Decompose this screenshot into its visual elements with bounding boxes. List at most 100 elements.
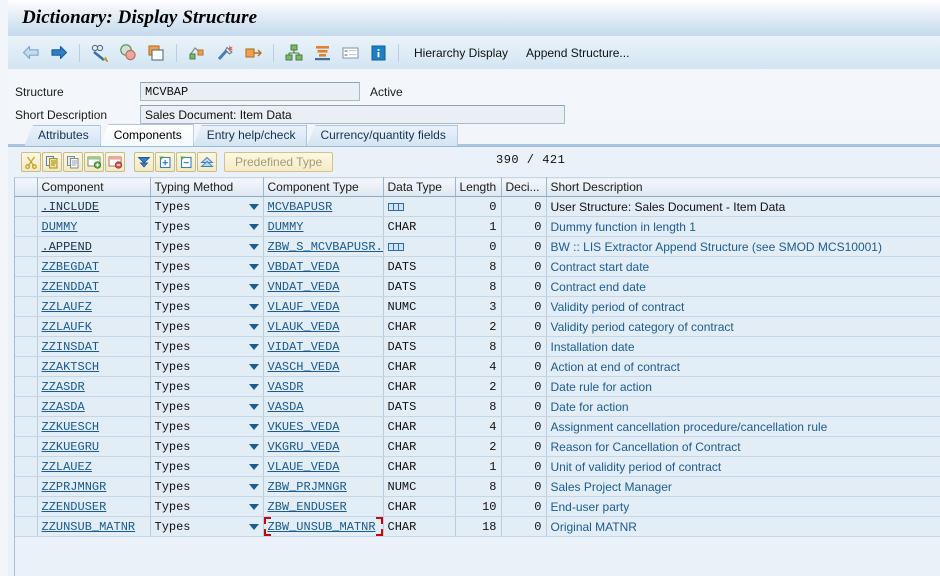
- cell-component[interactable]: ZZPRJMNGR: [37, 476, 151, 497]
- component-type-link[interactable]: VNDAT_VEDA: [268, 280, 340, 294]
- cell-component-type[interactable]: VASDR: [263, 376, 384, 397]
- component-link[interactable]: ZZKUEGRU: [42, 440, 100, 454]
- cell-typing-method[interactable]: Types: [150, 456, 264, 477]
- component-link[interactable]: ZZUNSUB_MATNR: [42, 520, 136, 534]
- table-row[interactable]: ZZINSDAT Types VIDAT_VEDA DATS 8 0 Installatio…: [15, 336, 940, 357]
- table-row[interactable]: ZZASDR Types VASDR CHAR 2 0 Date rule for acti…: [15, 376, 940, 397]
- column-header-select[interactable]: [15, 177, 38, 197]
- collapse-include-button[interactable]: [197, 152, 217, 172]
- component-link[interactable]: ZZLAUEZ: [42, 460, 92, 474]
- cell-component[interactable]: ZZASDA: [37, 396, 151, 417]
- row-selector[interactable]: [15, 256, 38, 277]
- delete-row-button[interactable]: [105, 152, 125, 172]
- chevron-down-icon[interactable]: [248, 483, 259, 490]
- cell-typing-method[interactable]: Types: [150, 296, 264, 317]
- cell-typing-method[interactable]: Types: [150, 356, 264, 377]
- cell-component[interactable]: ZZKUESCH: [37, 416, 151, 437]
- where-used-icon[interactable]: [114, 40, 142, 66]
- table-row[interactable]: ZZBEGDAT Types VBDAT_VEDA DATS 8 0 Contract st…: [15, 256, 940, 277]
- chevron-down-icon[interactable]: [248, 363, 259, 370]
- component-type-link[interactable]: ZBW_ENDUSER: [268, 500, 347, 514]
- component-type-link[interactable]: VASDR: [268, 380, 304, 394]
- cell-typing-method[interactable]: Types: [150, 316, 264, 337]
- column-header-short-description[interactable]: Short Description: [546, 177, 940, 197]
- table-row[interactable]: ZZLAUFZ Types VLAUF_VEDA NUMC 3 0 Validity per…: [15, 296, 940, 317]
- cell-component-type[interactable]: VASDA: [263, 396, 384, 417]
- component-link[interactable]: ZZPRJMNGR: [42, 480, 107, 494]
- hierarchy-icon[interactable]: [280, 40, 308, 66]
- cell-typing-method[interactable]: Types: [150, 376, 264, 397]
- column-header-typing-method[interactable]: Typing Method: [150, 177, 264, 197]
- paste-button[interactable]: [63, 152, 83, 172]
- chevron-down-icon[interactable]: [248, 463, 259, 470]
- column-header-data-type[interactable]: Data Type: [383, 177, 456, 197]
- row-selector[interactable]: [15, 276, 38, 297]
- component-type-link[interactable]: VASCH_VEDA: [268, 360, 340, 374]
- chevron-down-icon[interactable]: [248, 383, 259, 390]
- cell-typing-method[interactable]: Types: [150, 516, 264, 537]
- tab-components[interactable]: Components: [99, 124, 194, 146]
- chevron-down-icon[interactable]: [248, 423, 259, 430]
- append-structure-button[interactable]: Append Structure...: [517, 43, 638, 63]
- hierarchy-display-button[interactable]: Hierarchy Display: [405, 43, 517, 63]
- cell-typing-method[interactable]: Types: [150, 436, 264, 457]
- chevron-down-icon[interactable]: [248, 283, 259, 290]
- table-row[interactable]: ZZUNSUB_MATNR Types ZBW_UNSUB_MATNR CHAR 18 0…: [15, 516, 940, 537]
- expand-include-button[interactable]: [176, 152, 196, 172]
- cell-component[interactable]: DUMMY: [37, 216, 151, 237]
- component-link[interactable]: .INCLUDE: [42, 200, 100, 214]
- forward-icon[interactable]: [45, 40, 73, 66]
- table-row[interactable]: ZZKUESCH Types VKUES_VEDA CHAR 4 0 Assignment …: [15, 416, 940, 437]
- cell-component-type[interactable]: ZBW_UNSUB_MATNR: [263, 516, 384, 537]
- row-selector[interactable]: [15, 516, 38, 537]
- component-type-link[interactable]: VIDAT_VEDA: [268, 340, 340, 354]
- table-row[interactable]: ZZLAUEZ Types VLAUE_VEDA CHAR 1 0 Unit of vali…: [15, 456, 940, 477]
- table-row[interactable]: ZZAKTSCH Types VASCH_VEDA CHAR 4 0 Action at e…: [15, 356, 940, 377]
- row-selector[interactable]: [15, 476, 38, 497]
- cell-component-type[interactable]: VKUES_VEDA: [263, 416, 384, 437]
- chevron-down-icon[interactable]: [248, 443, 259, 450]
- component-link[interactable]: ZZLAUFZ: [42, 300, 92, 314]
- component-type-link[interactable]: VKUES_VEDA: [268, 420, 340, 434]
- table-row[interactable]: .INCLUDE Types MCVBAPUSR 0 0 User Structure: …: [15, 196, 940, 217]
- column-header-component-type[interactable]: Component Type: [263, 177, 384, 197]
- back-icon[interactable]: [17, 40, 45, 66]
- cut-button[interactable]: [21, 152, 41, 172]
- cell-component[interactable]: ZZLAUFZ: [37, 296, 151, 317]
- component-type-link[interactable]: MCVBAPUSR: [268, 200, 333, 214]
- component-link[interactable]: ZZLAUFK: [42, 320, 92, 334]
- cell-component-type[interactable]: VKGRU_VEDA: [263, 436, 384, 457]
- component-link[interactable]: ZZBEGDAT: [42, 260, 100, 274]
- cell-component[interactable]: ZZLAUFK: [37, 316, 151, 337]
- tab-currency-quantity-fields[interactable]: Currency/quantity fields: [306, 125, 458, 146]
- cell-component[interactable]: ZZLAUEZ: [37, 456, 151, 477]
- activate-icon[interactable]: [211, 40, 239, 66]
- insert-row-button[interactable]: [84, 152, 104, 172]
- row-selector[interactable]: [15, 216, 38, 237]
- component-link[interactable]: ZZKUESCH: [42, 420, 100, 434]
- display-change-icon[interactable]: [86, 40, 114, 66]
- cell-component[interactable]: ZZKUEGRU: [37, 436, 151, 457]
- cell-component[interactable]: ZZENDUSER: [37, 496, 151, 517]
- other-object-icon[interactable]: [142, 40, 170, 66]
- cell-component[interactable]: .INCLUDE: [37, 196, 151, 217]
- cell-typing-method[interactable]: Types: [150, 216, 264, 237]
- chevron-down-icon[interactable]: [248, 323, 259, 330]
- copy-button[interactable]: [42, 152, 62, 172]
- chevron-down-icon[interactable]: [248, 343, 259, 350]
- chevron-down-icon[interactable]: [248, 243, 259, 250]
- chevron-down-icon[interactable]: [248, 263, 259, 270]
- component-link[interactable]: DUMMY: [42, 220, 78, 234]
- row-selector[interactable]: [15, 456, 38, 477]
- cell-component-type[interactable]: VNDAT_VEDA: [263, 276, 384, 297]
- component-link[interactable]: ZZINSDAT: [42, 340, 100, 354]
- column-header-component[interactable]: Component: [37, 177, 151, 197]
- component-type-link[interactable]: VLAUE_VEDA: [268, 460, 340, 474]
- cell-typing-method[interactable]: Types: [150, 416, 264, 437]
- component-link[interactable]: ZZENDUSER: [42, 500, 107, 514]
- cell-component[interactable]: .APPEND: [37, 236, 151, 257]
- column-header-length[interactable]: Length: [455, 177, 502, 197]
- row-selector[interactable]: [15, 336, 38, 357]
- cell-typing-method[interactable]: Types: [150, 196, 264, 217]
- component-type-link[interactable]: VASDA: [268, 400, 304, 414]
